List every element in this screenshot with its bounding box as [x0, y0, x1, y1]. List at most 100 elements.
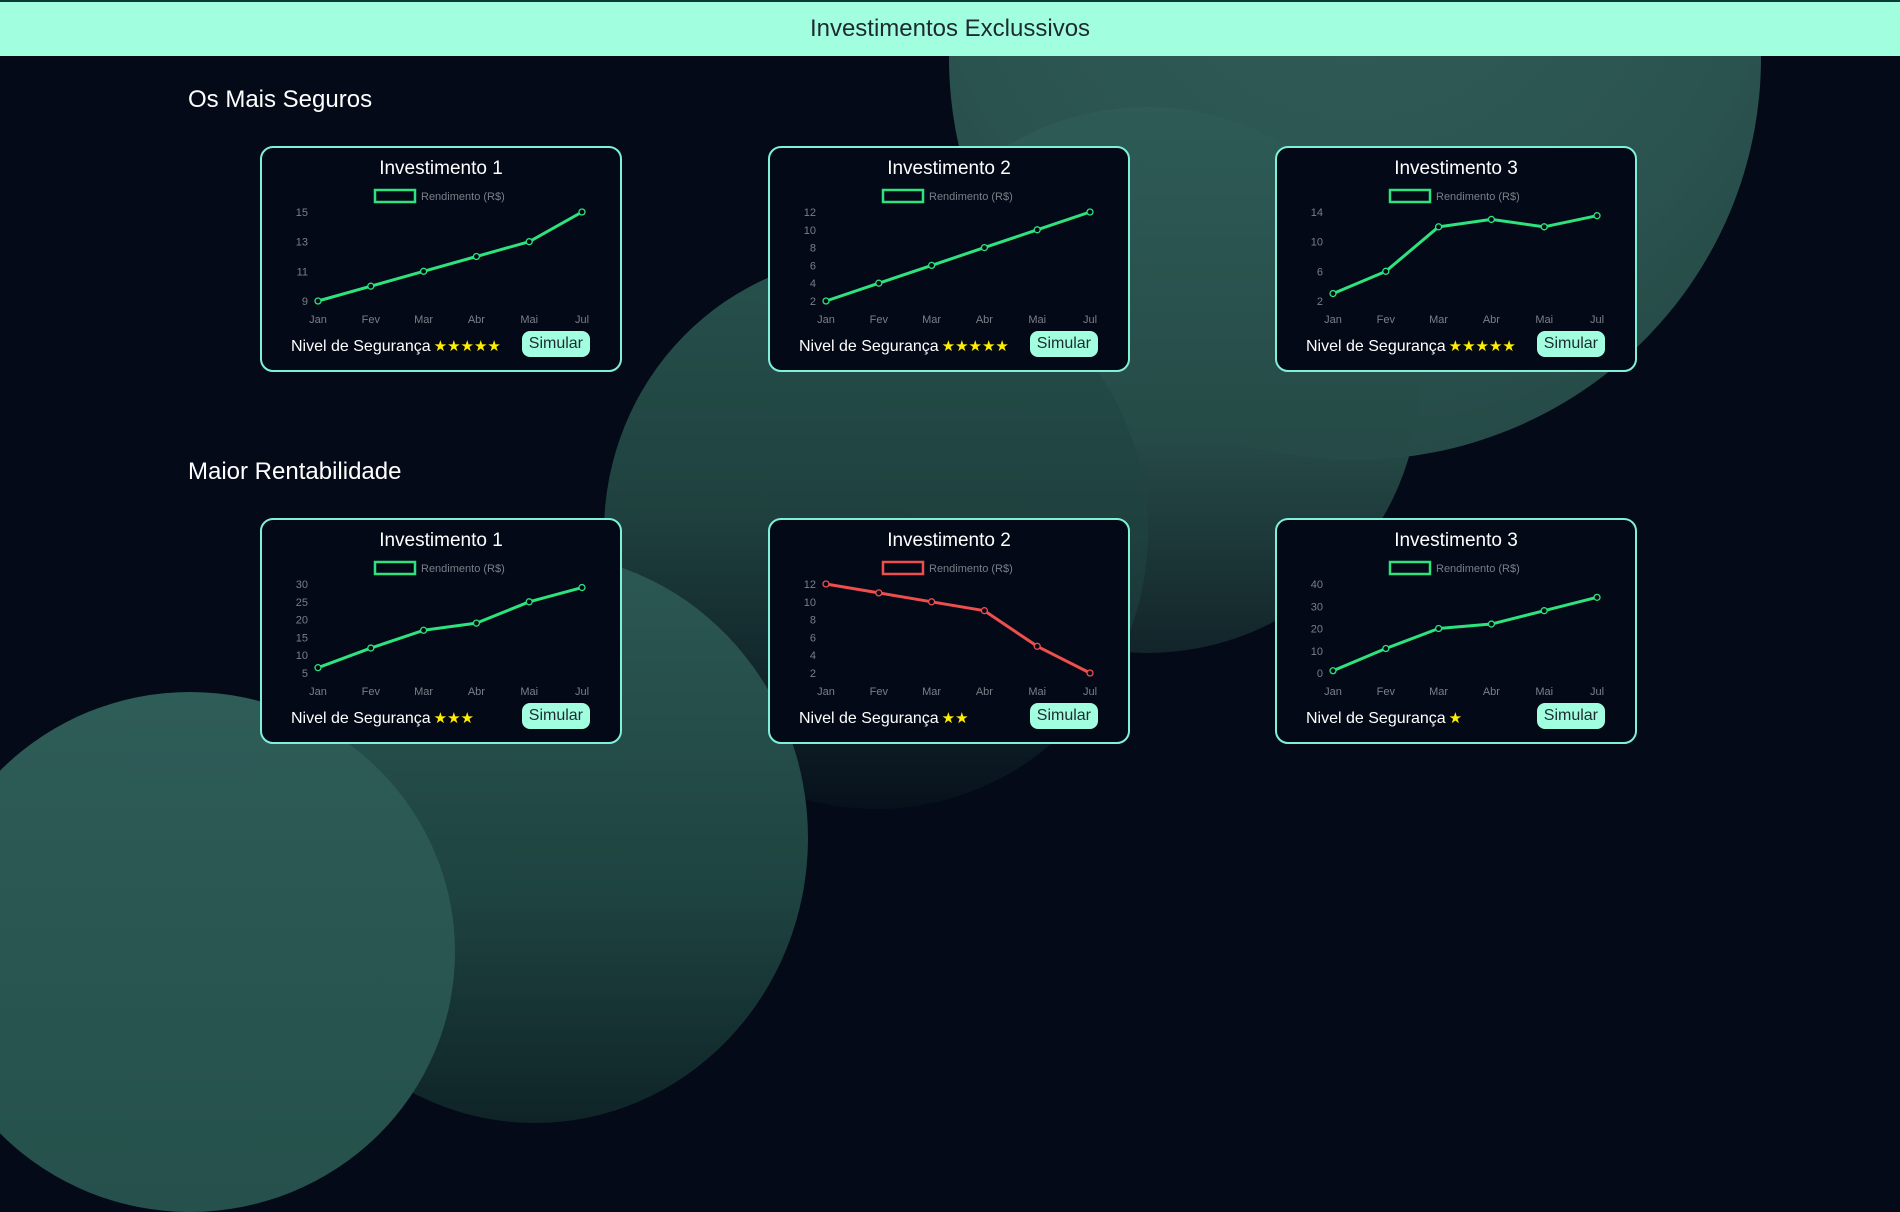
- investment-card: Rendimento (R$) 5 10 15 20 25 30 Jan Fev Mar Abr Ma…: [260, 518, 622, 744]
- data-point: [1487, 215, 1496, 224]
- simulate-button[interactable]: Simular: [521, 331, 590, 357]
- x-tick-label: Mar: [922, 314, 941, 326]
- legend-label: Rendimento (R$): [1436, 563, 1520, 575]
- simulate-button[interactable]: Simular: [521, 703, 590, 729]
- data-point: [367, 644, 375, 652]
- x-tick-label: Jan: [1324, 686, 1342, 698]
- y-tick-label: 6: [810, 632, 816, 644]
- simulate-button[interactable]: Simular: [1536, 703, 1605, 729]
- star-rating-icon: ★: [1448, 710, 1463, 727]
- legend-label: Rendimento (R$): [929, 563, 1013, 575]
- y-tick-label: 8: [810, 615, 816, 627]
- x-tick-label: Mai: [1535, 686, 1553, 698]
- y-tick-label: 4: [810, 650, 816, 662]
- y-tick-label: 13: [296, 237, 308, 249]
- data-point: [1593, 593, 1601, 601]
- safety-label: Nivel de Segurança: [291, 710, 431, 727]
- safety-level: Nivel de Segurança ★: [1306, 709, 1462, 728]
- data-point: [314, 664, 322, 672]
- data-point: [1382, 267, 1390, 275]
- simulate-button[interactable]: Simular: [1029, 703, 1098, 729]
- legend-swatch: [373, 560, 417, 576]
- x-tick-label: Abr: [1483, 686, 1500, 698]
- y-tick-label: 2: [810, 668, 816, 680]
- y-tick-label: 10: [296, 650, 308, 662]
- series-line: [1331, 214, 1599, 296]
- data-point: [980, 243, 989, 252]
- legend-label: Rendimento (R$): [421, 191, 505, 203]
- star-rating-icon: ★★★★★: [433, 338, 501, 355]
- safety-label: Nivel de Segurança: [1306, 338, 1446, 355]
- legend-label: Rendimento (R$): [421, 563, 505, 575]
- series-line: [1331, 595, 1599, 673]
- simulate-button[interactable]: Simular: [1029, 331, 1098, 357]
- y-tick-label: 5: [302, 668, 308, 680]
- x-tick-label: Mar: [1429, 314, 1448, 326]
- y-tick-label: 30: [1311, 601, 1323, 613]
- y-tick-label: 4: [810, 278, 816, 290]
- simulate-button[interactable]: Simular: [1536, 331, 1605, 357]
- y-tick-label: 10: [1311, 237, 1323, 249]
- y-tick-label: 20: [296, 615, 308, 627]
- x-tick-label: Jul: [1590, 314, 1604, 326]
- section-title-safest: Os Mais Seguros: [188, 86, 373, 113]
- data-point: [314, 297, 322, 305]
- series-line: [824, 582, 1092, 675]
- x-tick-label: Jul: [575, 314, 589, 326]
- star-rating-icon: ★★★★★: [941, 338, 1009, 355]
- y-tick-label: 2: [810, 296, 816, 308]
- x-tick-label: Mar: [1429, 686, 1448, 698]
- legend-label: Rendimento (R$): [1436, 191, 1520, 203]
- x-tick-label: Jan: [817, 686, 835, 698]
- data-point: [472, 252, 481, 261]
- y-tick-label: 40: [1311, 579, 1323, 591]
- data-point: [875, 589, 883, 597]
- data-point: [927, 598, 936, 606]
- card-title: Investimento 2: [887, 158, 1011, 179]
- data-point: [578, 583, 586, 592]
- investment-card: Rendimento (R$) 2 4 6 8 10 12 Jan Fev Mar Abr Mai Ju…: [768, 146, 1130, 372]
- data-point: [472, 619, 481, 627]
- x-tick-label: Mar: [414, 686, 433, 698]
- safety-label: Nivel de Segurança: [291, 338, 431, 355]
- y-tick-label: 15: [296, 207, 308, 219]
- data-point: [578, 208, 586, 216]
- legend-swatch: [881, 188, 925, 204]
- x-tick-label: Mar: [414, 314, 433, 326]
- data-point: [1540, 607, 1548, 615]
- y-tick-label: 25: [296, 597, 308, 609]
- x-tick-label: Jan: [1324, 314, 1342, 326]
- safety-label: Nivel de Segurança: [1306, 710, 1446, 727]
- data-point: [980, 607, 989, 615]
- y-tick-label: 30: [296, 579, 308, 591]
- x-tick-label: Jan: [309, 686, 327, 698]
- investment-card: Rendimento (R$) 2 4 6 8 10 12 Jan Fev Mar Abr Mai Ju…: [768, 518, 1130, 744]
- data-point: [1086, 669, 1094, 677]
- y-tick-label: 6: [1317, 266, 1323, 278]
- series-line: [316, 586, 584, 670]
- series-line: [316, 210, 584, 303]
- safety-level: Nivel de Segurança ★★: [799, 709, 969, 728]
- x-tick-label: Fev: [870, 314, 889, 326]
- data-point: [1487, 620, 1496, 628]
- data-point: [367, 282, 375, 290]
- x-tick-label: Abr: [468, 314, 485, 326]
- y-tick-label: 8: [810, 243, 816, 255]
- y-tick-label: 0: [1317, 668, 1323, 680]
- safety-level: Nivel de Segurança ★★★★★: [1306, 337, 1516, 356]
- series-line: [824, 210, 1092, 303]
- page-title: Investimentos Exclussivos: [809, 15, 1091, 42]
- data-point: [875, 279, 883, 287]
- x-tick-label: Fev: [1377, 314, 1396, 326]
- x-tick-label: Jan: [309, 314, 327, 326]
- y-tick-label: 9: [302, 296, 308, 308]
- data-point: [1593, 212, 1601, 220]
- legend-swatch: [1388, 560, 1432, 576]
- x-tick-label: Abr: [976, 314, 993, 326]
- data-point: [1033, 226, 1041, 234]
- safety-label: Nivel de Segurança: [799, 710, 939, 727]
- data-point: [822, 580, 830, 588]
- x-tick-label: Mai: [1028, 686, 1046, 698]
- data-point: [1086, 208, 1094, 216]
- y-tick-label: 6: [810, 260, 816, 272]
